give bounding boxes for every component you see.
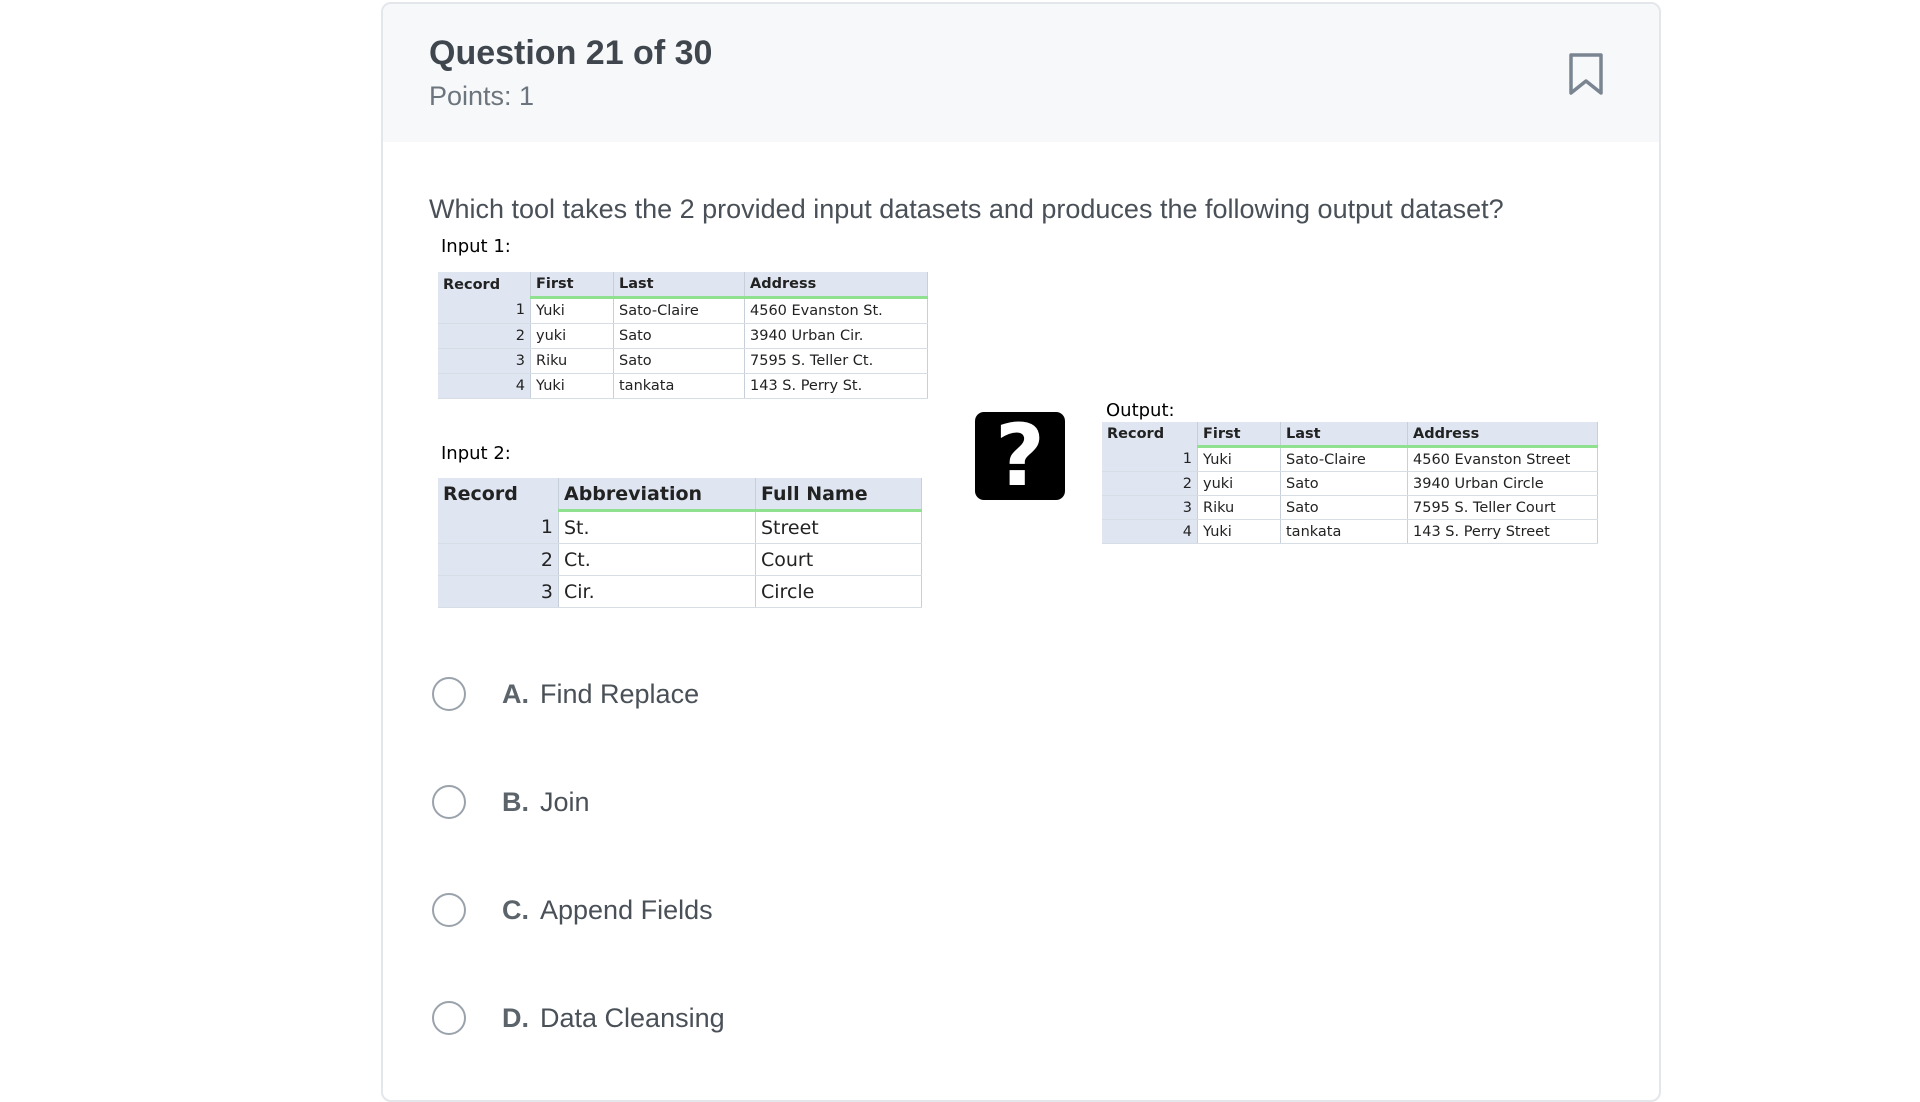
table-cell: yuki [1197,471,1281,496]
table-row: 3 Cir. Circle [438,575,922,608]
table-cell: 4560 Evanston Street [1407,446,1598,472]
table-cell: Court [755,543,922,576]
question-text: Which tool takes the 2 provided input da… [429,194,1504,224]
table-cell: yuki [530,323,614,349]
table-cell: 3 [438,575,559,608]
table-cell: 3 [438,348,531,374]
table-cell: Riku [530,348,614,374]
table-cell: 143 S. Perry St. [744,373,928,399]
question-mark-icon: ? [975,412,1065,500]
table-cell: 4 [438,373,531,399]
input2-label: Input 2: [441,443,511,464]
table-cell: tankata [1280,519,1408,544]
table-cell: Sato [1280,495,1408,520]
table-row: 4 Yuki tankata 143 S. Perry St. [438,373,928,399]
radio-button[interactable] [432,785,466,819]
option-a[interactable]: A. Find Replace [432,677,1132,721]
table-cell: Street [755,510,922,544]
table-row: 3 Riku Sato 7595 S. Teller Court [1102,495,1598,520]
table-cell: 1 [1102,446,1198,472]
table-cell: Yuki [530,373,614,399]
input2-table: Record Abbreviation Full Name 1 St. Stre… [438,478,922,608]
option-letter: A. [502,679,529,709]
question-header: Question 21 of 30 Points: 1 [383,4,1659,142]
output-label: Output: [1106,400,1175,421]
question-title: Question 21 of 30 [429,34,713,72]
radio-button[interactable] [432,1001,466,1035]
option-b[interactable]: B. Join [432,785,1132,829]
option-letter: D. [502,1003,529,1033]
input1-table: Record First Last Address 1 Yuki Sato-Cl… [438,272,928,399]
table-cell: Yuki [530,297,614,324]
table-cell: 143 S. Perry Street [1407,519,1598,544]
table-cell: 2 [438,543,559,576]
table-row: 2 Ct. Court [438,543,922,576]
table-row: 1 Yuki Sato-Claire 4560 Evanston St. [438,297,928,324]
column-header: Record [438,478,559,511]
table-cell: Sato-Claire [1280,446,1408,472]
table-cell: Yuki [1197,519,1281,544]
option-label: Append Fields [540,895,713,925]
option-label: Data Cleansing [540,1003,725,1033]
column-header: Abbreviation [558,478,756,512]
column-header: Last [1280,422,1408,448]
table-cell: 4560 Evanston St. [744,297,928,324]
input1-label: Input 1: [441,236,511,257]
table-cell: Sato [613,348,745,374]
table-cell: 3940 Urban Cir. [744,323,928,349]
radio-button[interactable] [432,677,466,711]
table-row: 1 St. Street [438,510,922,544]
table-cell: 1 [438,297,531,324]
table-cell: St. [558,510,756,544]
question-points: Points: 1 [429,81,535,111]
option-letter: C. [502,895,529,925]
table-row: 3 Riku Sato 7595 S. Teller Ct. [438,348,928,374]
option-d[interactable]: D. Data Cleansing [432,1001,1132,1045]
table-row: 2 yuki Sato 3940 Urban Cir. [438,323,928,349]
table-cell: Circle [755,575,922,608]
table-cell: Riku [1197,495,1281,520]
option-label: Find Replace [540,679,700,709]
table-cell: 7595 S. Teller Court [1407,495,1598,520]
column-header: Last [613,272,745,299]
table-cell: Ct. [558,543,756,576]
table-row: 4 Yuki tankata 143 S. Perry Street [1102,519,1598,544]
table-cell: Sato [1280,471,1408,496]
column-header: First [1197,422,1281,448]
table-cell: 3 [1102,495,1198,520]
table-cell: Sato-Claire [613,297,745,324]
column-header: First [530,272,614,299]
table-cell: 3940 Urban Circle [1407,471,1598,496]
table-cell: 2 [438,323,531,349]
bookmark-icon[interactable] [1567,52,1605,96]
table-cell: 7595 S. Teller Ct. [744,348,928,374]
column-header: Address [1407,422,1598,448]
column-header: Record [1102,422,1198,447]
output-table: Record First Last Address 1 Yuki Sato-Cl… [1102,422,1598,544]
column-header: Address [744,272,928,299]
table-cell: Sato [613,323,745,349]
table-cell: Yuki [1197,446,1281,472]
table-row: 1 Yuki Sato-Claire 4560 Evanston Street [1102,446,1598,472]
table-cell: 2 [1102,471,1198,496]
option-label: Join [540,787,590,817]
option-letter: B. [502,787,529,817]
column-header: Record [438,272,531,298]
table-cell: tankata [613,373,745,399]
radio-button[interactable] [432,893,466,927]
table-row: 2 yuki Sato 3940 Urban Circle [1102,471,1598,496]
table-cell: 4 [1102,519,1198,544]
table-cell: Cir. [558,575,756,608]
table-cell: 1 [438,510,559,544]
option-c[interactable]: C. Append Fields [432,893,1132,937]
column-header: Full Name [755,478,922,512]
